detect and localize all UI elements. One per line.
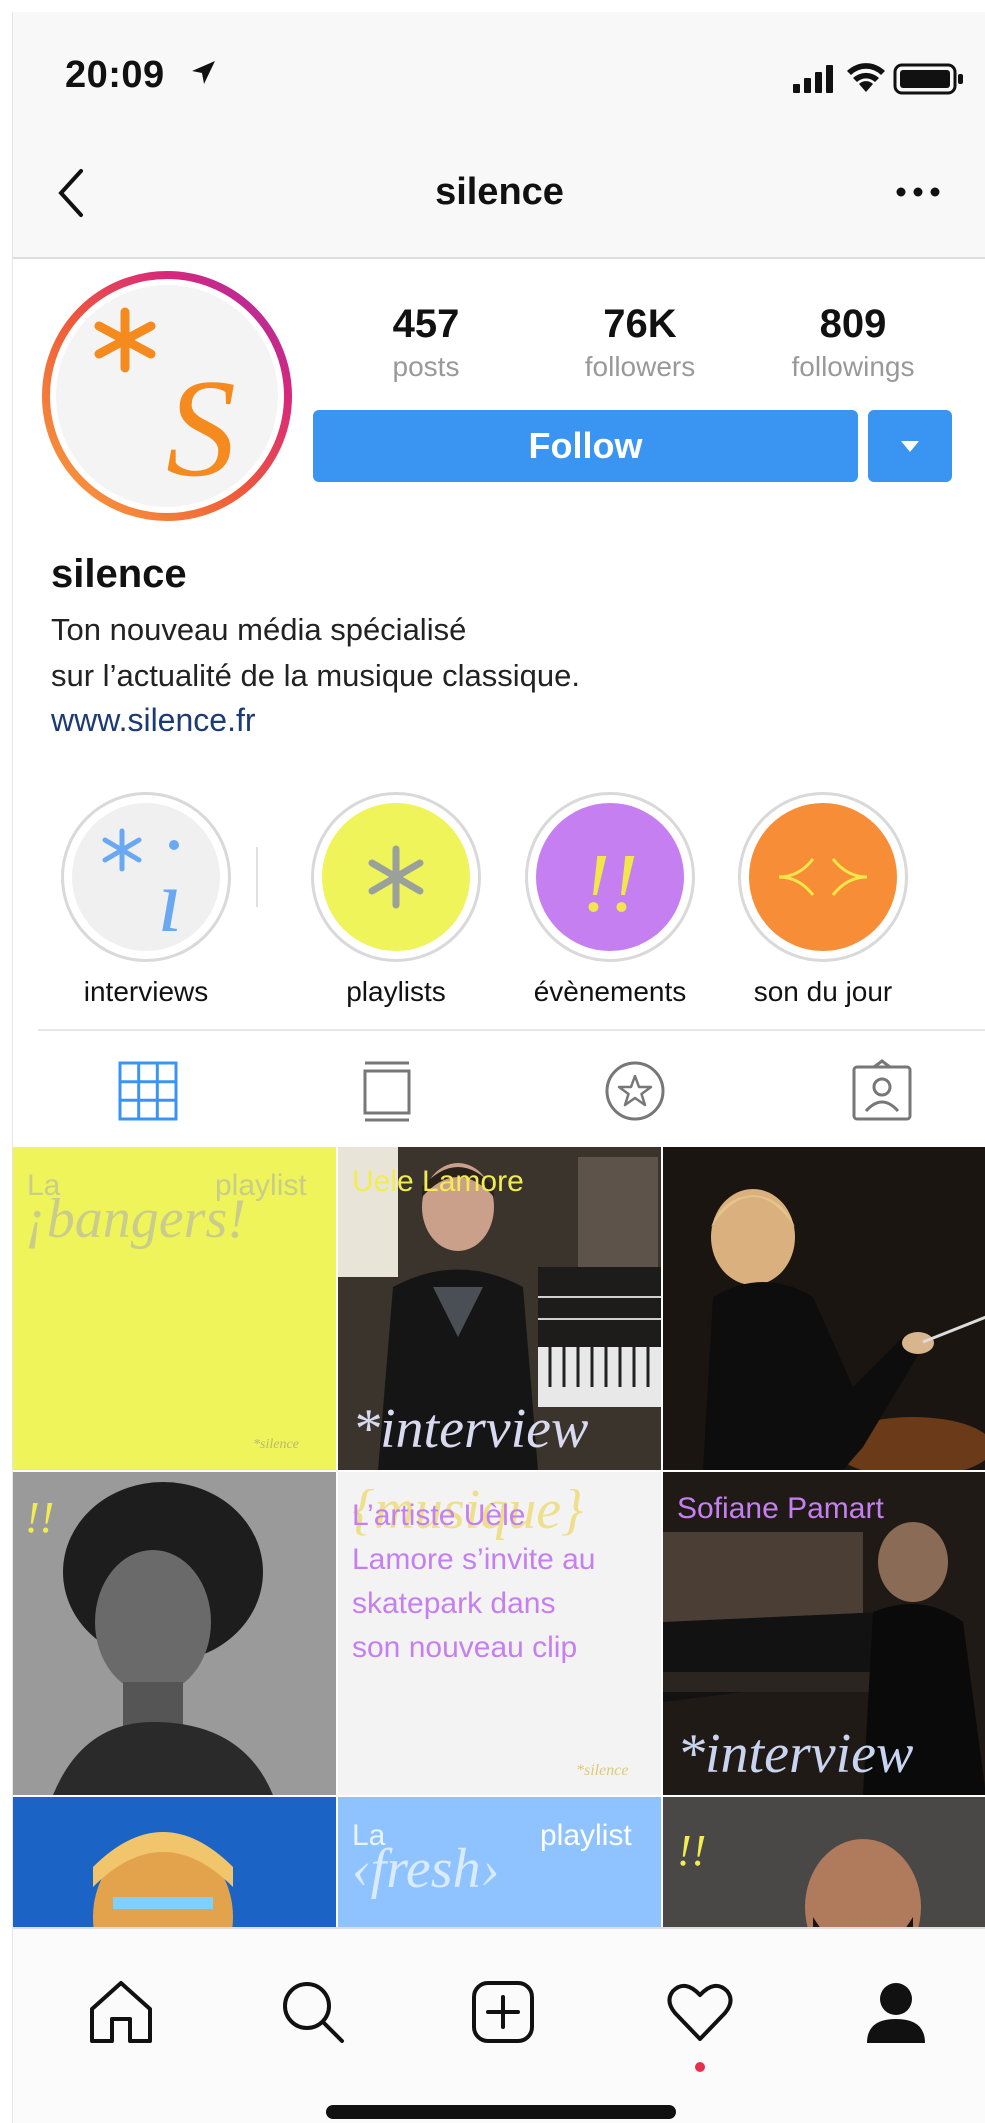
post-tile[interactable]: La playlist ¡bangers! *silence	[13, 1147, 336, 1470]
stat-followings[interactable]: 809 followings	[753, 302, 953, 383]
post-tile[interactable]: {musique} L’artiste Uèle Lamore s’invite…	[338, 1472, 661, 1795]
highlight-cover	[322, 803, 470, 951]
highlight-evenements[interactable]: !! évènements	[515, 792, 705, 1008]
highlight-ring: !!	[525, 792, 695, 962]
post-text: *interview	[352, 1398, 589, 1460]
post-body: L’artiste Uèle Lamore s’invite au skatep…	[352, 1494, 647, 1670]
brackets-icon	[749, 803, 897, 951]
profile-tabs	[38, 1029, 985, 1149]
post-tile[interactable]: La playlist ‹fresh›	[338, 1797, 661, 1927]
stat-posts[interactable]: 457 posts	[326, 302, 526, 383]
profile-website-link[interactable]: www.silence.fr	[51, 702, 256, 739]
svg-text:ı: ı	[157, 852, 182, 951]
followers-label: followers	[584, 351, 696, 382]
home-icon[interactable]	[86, 1977, 156, 2047]
location-arrow-icon	[192, 61, 215, 84]
profile-icon[interactable]	[861, 1977, 931, 2047]
svg-text:!!: !!	[582, 837, 638, 930]
phone-screen: 20:09 silence S 457 posts 76K followers …	[12, 12, 985, 2123]
more-options-icon[interactable]	[893, 177, 943, 207]
battery-icon	[893, 63, 963, 95]
post-image	[663, 1797, 985, 1927]
posts-count: 457	[392, 302, 460, 346]
status-bar: 20:09	[13, 12, 985, 137]
wifi-icon	[847, 63, 885, 92]
grid-icon[interactable]	[116, 1059, 180, 1123]
highlight-cover: ı	[72, 803, 220, 951]
highlight-son-du-jour[interactable]: son du jour	[728, 792, 918, 1008]
follow-button[interactable]: Follow	[313, 410, 858, 482]
highlight-label: évènements	[533, 976, 687, 1007]
highlight-ring: ı	[61, 792, 231, 962]
bio-line: sur l’actualité de la musique classique.	[51, 658, 580, 693]
post-text: !!	[25, 1493, 55, 1542]
post-text: *silence	[253, 1437, 299, 1452]
tagged-icon[interactable]	[850, 1059, 914, 1123]
navigation-bar: silence	[13, 137, 985, 259]
followers-count: 76K	[603, 302, 677, 346]
post-text: ¡bangers!	[25, 1188, 246, 1250]
post-text-line: son nouveau clip	[352, 1631, 578, 1664]
bottom-tab-bar	[13, 1927, 985, 2123]
activity-heart-icon[interactable]	[665, 1977, 735, 2047]
asterisk-i-icon: ı	[72, 803, 220, 951]
star-icon[interactable]	[603, 1059, 667, 1123]
highlight-cover: !!	[536, 803, 684, 951]
post-image	[13, 1797, 336, 1927]
post-text-line: Lamore s’invite au	[352, 1543, 596, 1576]
post-tile[interactable]: !!	[663, 1797, 985, 1927]
post-text-line: L’artiste Uèle	[352, 1494, 647, 1538]
post-text: ‹fresh›	[352, 1838, 500, 1900]
highlights-divider	[256, 847, 258, 907]
post-tile[interactable]	[663, 1147, 985, 1470]
caret-down-icon	[901, 441, 919, 452]
post-text-line: skatepark dans	[352, 1587, 556, 1620]
suggestions-dropdown-button[interactable]	[868, 410, 952, 482]
stat-followers[interactable]: 76K followers	[540, 302, 740, 383]
profile-username: silence	[51, 552, 187, 596]
post-image	[663, 1147, 985, 1470]
post-image	[13, 1472, 336, 1795]
post-tile[interactable]: Sofiane Pamart *interview	[663, 1472, 985, 1795]
svg-text:S: S	[166, 351, 236, 506]
feed-icon[interactable]	[355, 1059, 419, 1123]
bio-line: Ton nouveau média spécialisé	[51, 612, 467, 647]
profile-avatar[interactable]: S	[41, 270, 293, 522]
post-tile[interactable]	[13, 1797, 336, 1927]
post-text: Sofiane Pamart	[677, 1492, 884, 1525]
highlight-label: interviews	[83, 976, 209, 1007]
highlight-interviews[interactable]: ı interviews	[51, 792, 241, 1008]
highlight-label: son du jour	[753, 976, 893, 1007]
post-text: Uele Lamore	[352, 1165, 524, 1198]
posts-grid: La playlist ¡bangers! *silence Uele Lamo…	[13, 1147, 985, 1927]
followings-count: 809	[819, 302, 887, 346]
home-indicator[interactable]	[326, 2105, 676, 2119]
post-tile[interactable]: !!	[13, 1472, 336, 1795]
add-post-icon[interactable]	[468, 1977, 538, 2047]
double-exclamation-icon: !!	[536, 803, 684, 951]
profile-bio: Ton nouveau média spécialisé sur l’actua…	[51, 607, 580, 699]
search-icon[interactable]	[278, 1977, 348, 2047]
status-time: 20:09	[65, 54, 165, 96]
notification-dot	[695, 2062, 705, 2072]
post-text: playlist	[540, 1819, 632, 1852]
post-text: *interview	[677, 1723, 914, 1785]
post-tile[interactable]: Uele Lamore *interview	[338, 1147, 661, 1470]
highlight-playlists[interactable]: playlists	[301, 792, 491, 1008]
page-title: silence	[435, 171, 564, 213]
highlight-ring	[738, 792, 908, 962]
cellular-signal-icon	[793, 65, 833, 93]
post-text: *silence	[576, 1762, 629, 1779]
post-text: !!	[677, 1826, 707, 1875]
post-text: L’artiste Uèle	[352, 1499, 526, 1532]
followings-label: followings	[791, 351, 915, 382]
highlight-cover	[749, 803, 897, 951]
posts-label: posts	[392, 351, 460, 382]
highlight-ring	[311, 792, 481, 962]
highlight-label: playlists	[346, 976, 446, 1007]
asterisk-icon	[322, 803, 470, 951]
